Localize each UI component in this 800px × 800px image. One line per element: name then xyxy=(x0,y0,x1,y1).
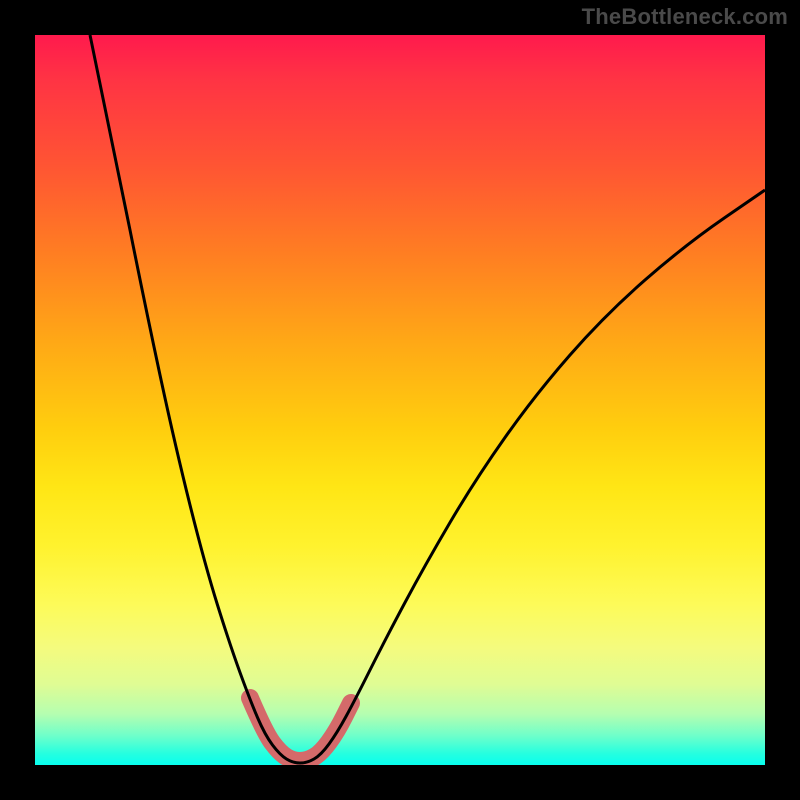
curve-layer xyxy=(35,35,765,765)
main-curve xyxy=(90,35,765,763)
chart-frame: TheBottleneck.com xyxy=(0,0,800,800)
plot-area xyxy=(35,35,765,765)
highlight-band xyxy=(250,698,351,761)
watermark-text: TheBottleneck.com xyxy=(582,4,788,30)
